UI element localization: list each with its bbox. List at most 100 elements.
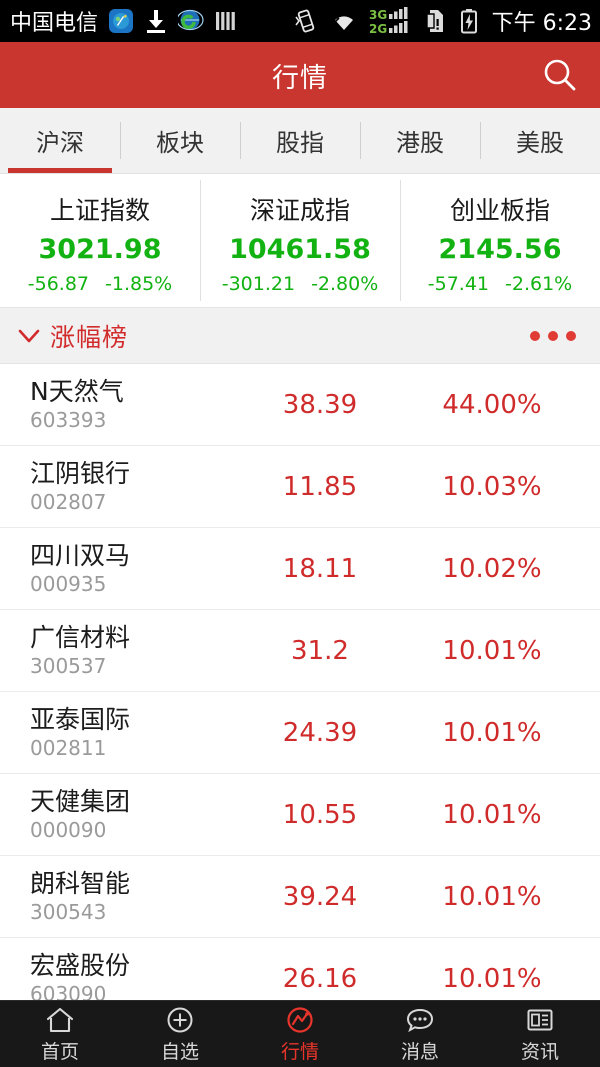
index-name: 上证指数 <box>49 195 150 225</box>
index-change-group: -57.41 -2.61% <box>428 273 572 295</box>
stock-price: 31.2 <box>291 635 349 666</box>
home-icon <box>45 1005 75 1035</box>
stock-price: 24.39 <box>282 717 358 748</box>
index-name: 深证成指 <box>249 195 350 225</box>
index-percent: -1.85% <box>105 272 173 295</box>
tab-ganggu[interactable]: 港股 <box>360 108 480 173</box>
nav-item-messages[interactable]: 消息 <box>360 1005 480 1064</box>
stock-identity: 四川双马 000935 <box>0 541 240 596</box>
stock-name: 亚泰国际 <box>30 705 131 734</box>
stock-percent: 10.01% <box>442 963 542 994</box>
stock-code: 603393 <box>30 408 107 432</box>
section-header-gainers[interactable]: 涨幅榜 <box>0 308 600 364</box>
svg-text:2G: 2G <box>369 22 387 36</box>
table-row[interactable]: 广信材料 300537 31.2 10.01% <box>0 610 600 692</box>
table-row[interactable]: 天健集团 000090 10.55 10.01% <box>0 774 600 856</box>
app-screen: 中国电信 3G 2G 下午 6:23 行情 沪深 板块 股指 港股 美股 上证指… <box>0 0 600 1067</box>
carrier-label: 中国电信 <box>10 11 99 36</box>
table-row[interactable]: 朗科智能 300543 39.24 10.01% <box>0 856 600 938</box>
tab-label: 板块 <box>156 129 204 157</box>
section-title: 涨幅榜 <box>50 322 129 352</box>
index-change: -56.87 <box>27 272 90 295</box>
stock-code: 000935 <box>30 572 107 596</box>
index-name: 创业板指 <box>449 195 550 225</box>
nav-item-watchlist[interactable]: 自选 <box>120 1005 240 1064</box>
stock-percent: 44.00% <box>442 389 542 420</box>
table-row[interactable]: N天然气 603393 38.39 44.00% <box>0 364 600 446</box>
stock-name: N天然气 <box>30 377 124 406</box>
stock-percent: 10.01% <box>442 799 542 830</box>
app-header: 行情 <box>0 42 600 108</box>
stock-price: 10.55 <box>282 799 358 830</box>
signal-icon: 3G 2G <box>369 6 415 36</box>
stock-name: 广信材料 <box>30 623 131 652</box>
stock-price: 11.85 <box>282 471 358 502</box>
stock-code: 002811 <box>30 736 107 760</box>
battery-charging-icon <box>459 8 479 34</box>
stock-code: 300543 <box>30 900 107 924</box>
index-card-shanghai[interactable]: 上证指数 3021.98 -56.87 -1.85% <box>0 174 200 307</box>
chevron-down-icon[interactable] <box>14 321 44 351</box>
stock-name: 四川双马 <box>30 541 131 570</box>
stock-price: 26.16 <box>282 963 358 994</box>
table-row[interactable]: 宏盛股份 603090 26.16 10.01% <box>0 938 600 1005</box>
nav-label: 自选 <box>160 1040 199 1063</box>
vibrate-icon <box>293 8 319 34</box>
bottom-navigation: 首页 自选 行情 消息 资讯 <box>0 1000 600 1067</box>
tab-meigu[interactable]: 美股 <box>480 108 600 173</box>
stock-price: 38.39 <box>282 389 358 420</box>
nav-label: 行情 <box>280 1040 319 1063</box>
nav-item-home[interactable]: 首页 <box>0 1005 120 1064</box>
stock-identity: 亚泰国际 002811 <box>0 705 240 760</box>
app-icon <box>108 8 134 34</box>
stock-list[interactable]: N天然气 603393 38.39 44.00% 江阴银行 002807 11.… <box>0 364 600 1004</box>
tab-label: 股指 <box>276 129 324 157</box>
category-tabs: 沪深 板块 股指 港股 美股 <box>0 108 600 174</box>
stock-code: 002807 <box>30 490 107 514</box>
stock-name: 天健集团 <box>30 787 131 816</box>
stock-name: 江阴银行 <box>30 459 131 488</box>
tab-guzhi[interactable]: 股指 <box>240 108 360 173</box>
stock-identity: 天健集团 000090 <box>0 787 240 842</box>
stock-code: 000090 <box>30 818 107 842</box>
tab-bankuai[interactable]: 板块 <box>120 108 240 173</box>
index-summary-panel: 上证指数 3021.98 -56.87 -1.85% 深证成指 10461.58… <box>0 174 600 308</box>
index-change: -57.41 <box>427 272 490 295</box>
stock-percent: 10.03% <box>442 471 542 502</box>
tab-label: 沪深 <box>36 129 84 157</box>
dot <box>566 330 576 341</box>
nav-label: 首页 <box>40 1040 79 1063</box>
bars-icon <box>214 9 238 33</box>
browser-sync-icon <box>176 8 204 34</box>
dot <box>548 330 558 341</box>
index-value: 2145.56 <box>438 233 562 265</box>
table-row[interactable]: 亚泰国际 002811 24.39 10.01% <box>0 692 600 774</box>
table-row[interactable]: 江阴银行 002807 11.85 10.03% <box>0 446 600 528</box>
page-title: 行情 <box>272 62 328 94</box>
download-icon <box>144 8 168 34</box>
search-icon[interactable] <box>538 53 582 97</box>
nav-item-market[interactable]: 行情 <box>240 1005 360 1064</box>
news-icon <box>525 1005 555 1035</box>
wifi-icon <box>328 9 360 33</box>
clock-label: 下午 6:23 <box>491 11 592 36</box>
table-row[interactable]: 四川双马 000935 18.11 10.02% <box>0 528 600 610</box>
index-change-group: -56.87 -1.85% <box>28 273 172 295</box>
tab-label: 港股 <box>396 129 444 157</box>
more-dots-icon[interactable] <box>528 323 578 349</box>
index-card-shenzhen[interactable]: 深证成指 10461.58 -301.21 -2.80% <box>200 174 400 307</box>
tab-hushen[interactable]: 沪深 <box>0 108 120 173</box>
stock-percent: 10.01% <box>442 881 542 912</box>
stock-identity: 朗科智能 300543 <box>0 870 240 924</box>
status-bar-right: 3G 2G 下午 6:23 <box>293 5 592 37</box>
stock-price: 18.11 <box>282 553 358 584</box>
index-card-chinext[interactable]: 创业板指 2145.56 -57.41 -2.61% <box>400 174 600 307</box>
index-value: 10461.58 <box>229 233 371 265</box>
stock-percent: 10.01% <box>442 717 542 748</box>
plus-circle-icon <box>165 1005 195 1035</box>
index-percent: -2.80% <box>311 272 379 295</box>
nav-item-news[interactable]: 资讯 <box>480 1005 600 1064</box>
index-change: -301.21 <box>221 272 296 295</box>
dot <box>530 330 540 341</box>
index-percent: -2.61% <box>505 272 573 295</box>
